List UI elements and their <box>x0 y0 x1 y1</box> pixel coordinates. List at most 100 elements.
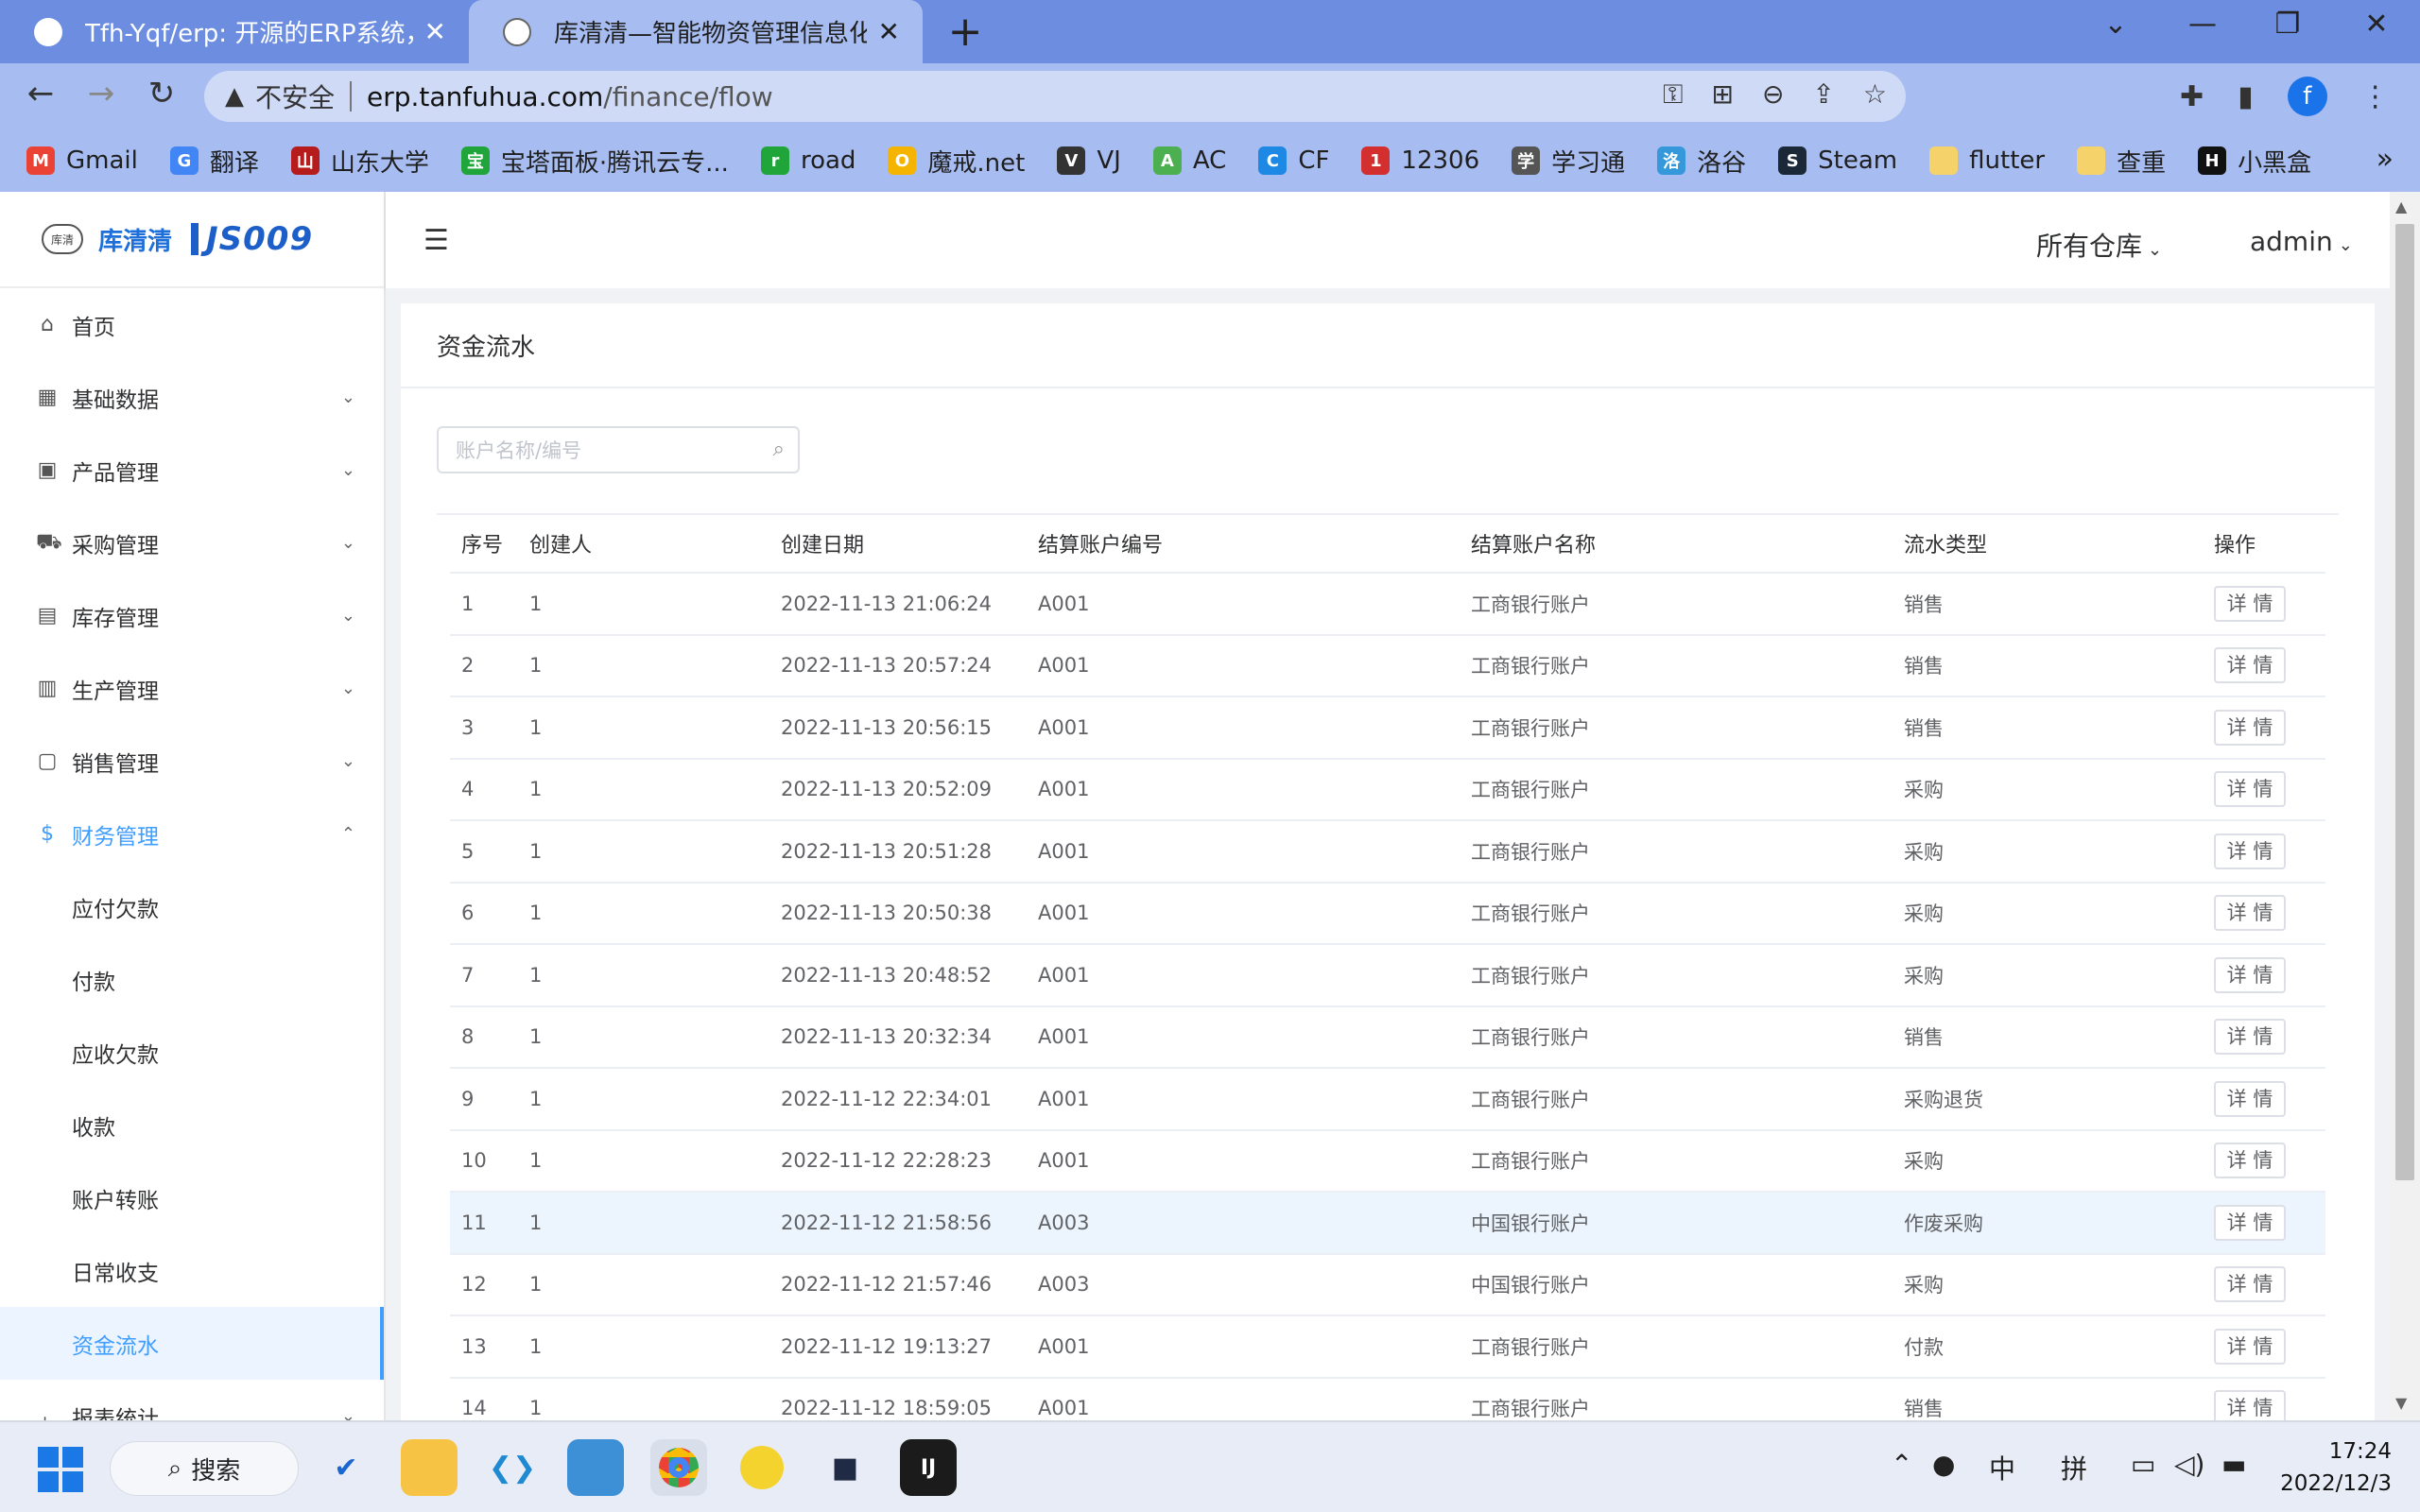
search-input[interactable]: 账户名称/编号 ⌕ <box>437 426 800 473</box>
search-icon[interactable]: ⌕ <box>773 438 785 461</box>
logo[interactable]: 库清 库清清 JS009 <box>0 192 384 288</box>
detail-button[interactable]: 详 情 <box>2214 1204 2286 1241</box>
zoom-out-icon[interactable]: ⊖ <box>1762 78 1784 111</box>
taskbar-search[interactable]: ⌕ 搜索 <box>110 1441 299 1496</box>
user-dropdown[interactable]: admin ⌄ <box>2250 226 2353 257</box>
bookmark-item[interactable]: 洛洛谷 <box>1657 144 1746 179</box>
forward-icon[interactable]: → <box>79 75 123 112</box>
bookmarks-overflow-icon[interactable]: » <box>2377 143 2394 176</box>
network-icon[interactable]: ▭ <box>2131 1449 2155 1480</box>
notepad-icon[interactable] <box>567 1439 624 1496</box>
table-row[interactable]: 2 1 2022-11-13 20:57:24 A001 工商银行账户 销售 详 情 <box>450 636 2325 697</box>
intellij-icon[interactable]: IJ <box>900 1439 957 1496</box>
menu-toggle-icon[interactable]: ☰ <box>424 224 449 257</box>
scroll-up-icon[interactable]: ▲ <box>2395 198 2407 215</box>
ime-language[interactable]: 中 <box>1989 1449 2015 1486</box>
sidebar-subitem-3[interactable]: 收款 <box>0 1089 384 1161</box>
sidebar-subitem-6[interactable]: 资金流水 <box>0 1307 384 1380</box>
sidebar-item-3[interactable]: ⛟ 采购管理 ⌄ <box>0 507 384 579</box>
sidebar-item-5[interactable]: ▥ 生产管理 ⌄ <box>0 652 384 725</box>
table-row[interactable]: 7 1 2022-11-13 20:48:52 A001 工商银行账户 采购 详 情 <box>450 945 2325 1007</box>
close-icon[interactable]: ✕ <box>878 16 900 47</box>
sidebar-item-reports[interactable]: ⌞ 报表统计 ⌄ <box>0 1380 384 1420</box>
minimize-icon[interactable]: — <box>2174 8 2231 41</box>
side-panel-icon[interactable]: ▮ <box>2238 80 2254 113</box>
tab-kuqingqing[interactable]: 库清清—智能物资管理信息化平台 ✕ <box>469 0 923 63</box>
warehouse-dropdown[interactable]: 所有仓库 ⌄ <box>2036 226 2162 264</box>
start-button[interactable] <box>38 1447 83 1492</box>
detail-button[interactable]: 详 情 <box>2214 1328 2286 1365</box>
share-icon[interactable]: ⇪ <box>1812 78 1834 111</box>
qq-tray-icon[interactable]: ● <box>1932 1449 1955 1480</box>
key-icon[interactable]: ⚿ <box>1663 78 1683 111</box>
bookmark-item[interactable]: 山山东大学 <box>290 144 429 179</box>
scroll-down-icon[interactable]: ▼ <box>2395 1394 2407 1412</box>
vscode-icon[interactable]: ❮❯ <box>484 1439 541 1496</box>
close-icon[interactable]: ✕ <box>424 16 446 47</box>
sidebar-item-2[interactable]: ▣ 产品管理 ⌄ <box>0 434 384 507</box>
tab-search-icon[interactable]: ⌄ <box>2087 8 2144 41</box>
battery-icon[interactable]: ▬ <box>2221 1449 2246 1480</box>
file-explorer-icon[interactable] <box>401 1439 458 1496</box>
bookmark-item[interactable]: V VJ <box>1057 146 1121 175</box>
tab-github-erp[interactable]: Tfh-Yqf/erp: 开源的ERP系统，使 ✕ <box>0 0 469 63</box>
table-row[interactable]: 9 1 2022-11-12 22:34:01 A001 工商银行账户 采购退货 详 情 <box>450 1069 2325 1131</box>
sidebar-subitem-1[interactable]: 付款 <box>0 943 384 1016</box>
bookmark-item[interactable]: 学学习通 <box>1512 144 1625 179</box>
bookmark-item[interactable]: 宝宝塔面板·腾讯云专... <box>460 144 729 179</box>
table-row[interactable]: 3 1 2022-11-13 20:56:15 A001 工商银行账户 销售 详 情 <box>450 697 2325 760</box>
bookmark-item[interactable]: A AC <box>1152 146 1226 175</box>
sidebar-subitem-5[interactable]: 日常收支 <box>0 1234 384 1307</box>
bookmark-item[interactable]: 查重 <box>2077 144 2166 179</box>
table-row[interactable]: 1 1 2022-11-13 21:06:24 A001 工商银行账户 销售 详 情 <box>450 574 2325 636</box>
sidebar-item-7[interactable]: $ 财务管理 ⌃ <box>0 798 384 870</box>
chevron-up-icon[interactable]: ⌃ <box>1891 1449 1912 1480</box>
sidebar-subitem-2[interactable]: 应收欠款 <box>0 1016 384 1089</box>
url-bar[interactable]: ▲ 不安全 erp.tanfuhua.com/finance/flow ⚿ ⊞ … <box>204 71 1906 122</box>
detail-button[interactable]: 详 情 <box>2214 1266 2286 1303</box>
todo-app-icon[interactable]: ✔ <box>318 1439 374 1496</box>
detail-button[interactable]: 详 情 <box>2214 833 2286 869</box>
clock[interactable]: 17:24 2022/12/3 <box>2280 1435 2392 1500</box>
bookmark-item[interactable]: O 魔戒.net <box>888 144 1025 179</box>
table-row[interactable]: 13 1 2022-11-12 19:13:27 A001 工商银行账户 付款 详 情 <box>450 1316 2325 1379</box>
table-row[interactable]: 5 1 2022-11-13 20:51:28 A001 工商银行账户 采购 详 情 <box>450 821 2325 884</box>
bookmark-item[interactable]: 1 12306 <box>1361 146 1479 175</box>
detail-button[interactable]: 详 情 <box>2214 709 2286 746</box>
sidebar-item-6[interactable]: ▢ 销售管理 ⌄ <box>0 725 384 798</box>
bookmark-item[interactable]: C CF <box>1258 146 1329 175</box>
sidebar-item-4[interactable]: ▤ 库存管理 ⌄ <box>0 579 384 652</box>
detail-button[interactable]: 详 情 <box>2214 771 2286 808</box>
new-tab-button[interactable]: + <box>942 8 989 56</box>
page-scrollbar[interactable]: ▲ ▼ <box>2390 192 2420 1420</box>
table-row[interactable]: 10 1 2022-11-12 22:28:23 A001 工商银行账户 采购 详 情 <box>450 1131 2325 1193</box>
translate-icon[interactable]: ⊞ <box>1711 78 1733 111</box>
table-row[interactable]: 6 1 2022-11-13 20:50:38 A001 工商银行账户 采购 详 情 <box>450 884 2325 945</box>
bookmark-item[interactable]: S Steam <box>1778 146 1897 175</box>
sidebar-item-1[interactable]: ▦ 基础数据 ⌄ <box>0 361 384 434</box>
back-icon[interactable]: ← <box>19 75 62 112</box>
chrome-icon[interactable] <box>650 1439 707 1496</box>
detail-button[interactable]: 详 情 <box>2214 895 2286 932</box>
detail-button[interactable]: 详 情 <box>2214 956 2286 993</box>
star-icon[interactable]: ☆ <box>1863 78 1887 111</box>
detail-button[interactable]: 详 情 <box>2214 1019 2286 1056</box>
table-row[interactable]: 4 1 2022-11-13 20:52:09 A001 工商银行账户 采购 详 情 <box>450 760 2325 821</box>
sidebar-item-0[interactable]: ⌂ 首页 <box>0 288 384 361</box>
table-row[interactable]: 11 1 2022-11-12 21:58:56 A003 中国银行账户 作废采购详 情 <box>450 1193 2325 1255</box>
detail-button[interactable]: 详 情 <box>2214 585 2286 622</box>
cat-app-icon[interactable]: ■ <box>817 1439 873 1496</box>
sidebar-subitem-0[interactable]: 应付欠款 <box>0 870 384 943</box>
window-close-icon[interactable]: ✕ <box>2348 8 2405 41</box>
profile-avatar[interactable]: f <box>2287 77 2327 116</box>
bookmark-item[interactable]: G 翻译 <box>169 144 259 179</box>
bookmark-item[interactable]: H 小黑盒 <box>2198 144 2311 179</box>
detail-button[interactable]: 详 情 <box>2214 1080 2286 1117</box>
bookmark-item[interactable]: r road <box>760 146 856 175</box>
table-row[interactable]: 8 1 2022-11-13 20:32:34 A001 工商银行账户 销售 详 情 <box>450 1007 2325 1069</box>
qq-music-icon[interactable] <box>734 1439 790 1496</box>
restore-icon[interactable]: ❐ <box>2259 8 2316 41</box>
volume-icon[interactable]: ◁) <box>2174 1449 2204 1480</box>
bookmark-item[interactable]: M Gmail <box>26 146 138 175</box>
puzzle-icon[interactable]: ✚ <box>2180 80 2204 113</box>
